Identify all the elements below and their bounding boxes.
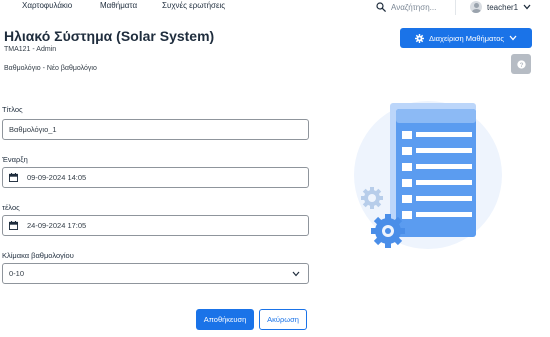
nav-link-courses[interactable]: Μαθήματα [100, 1, 137, 10]
cancel-button[interactable]: Ακύρωση [259, 309, 307, 330]
search-input[interactable]: Αναζήτηση... [391, 3, 436, 12]
course-meta: TMA121 - Admin [4, 46, 57, 53]
nav-link-portfolio[interactable]: Χαρτοφυλάκιο [22, 1, 72, 10]
user-name: teacher1 [487, 2, 519, 12]
nav-divider [455, 0, 456, 15]
gear-icon [415, 33, 424, 43]
user-menu[interactable]: teacher1 [470, 0, 531, 14]
chevron-down-icon [509, 35, 517, 41]
end-date-input[interactable]: 24-09-2024 17:05 [2, 215, 309, 236]
gradebook-illustration [354, 101, 502, 249]
save-button[interactable]: Αποθήκευση [196, 309, 254, 330]
top-navbar: Χαρτοφυλάκιο Μαθήματα Συχνές ερωτήσεις Α… [0, 0, 550, 16]
breadcrumb: Βαθμολόγιο - Νέο βαθμολόγιο [4, 65, 97, 72]
scale-select[interactable]: 0-10 [2, 263, 309, 284]
avatar [470, 1, 482, 13]
start-date-input[interactable]: 09-09-2024 14:05 [2, 167, 309, 188]
help-button[interactable]: ? [511, 54, 531, 74]
start-label: Έναρξη [2, 155, 28, 164]
search-icon[interactable] [376, 2, 386, 12]
chevron-down-icon [292, 271, 300, 277]
end-date-value: 24-09-2024 17:05 [27, 221, 87, 230]
title-input[interactable]: Βαθμολόγιο_1 [2, 119, 309, 140]
calendar-icon [9, 173, 18, 182]
end-label: τέλος [2, 203, 20, 212]
scale-select-value: 0-10 [9, 269, 25, 278]
svg-text:?: ? [519, 61, 523, 68]
page-title: Ηλιακό Σύστημα (Solar System) [4, 28, 215, 44]
title-label: Τίτλος [2, 105, 23, 114]
help-icon: ? [516, 59, 526, 68]
illustration-document-top [396, 109, 476, 123]
scale-label: Κλίμακα βαθμολογίου [2, 251, 74, 260]
manage-course-button[interactable]: Διαχείριση Μαθήματος [400, 28, 532, 48]
large-gear-icon [371, 214, 405, 248]
manage-course-label: Διαχείριση Μαθήματος [429, 33, 504, 43]
title-input-value: Βαθμολόγιο_1 [9, 125, 57, 134]
calendar-icon [9, 221, 18, 230]
search-box[interactable]: Αναζήτηση... [376, 0, 436, 14]
nav-link-faq[interactable]: Συχνές ερωτήσεις [162, 1, 225, 10]
small-gear-icon [361, 187, 383, 209]
chevron-down-icon[interactable] [523, 4, 531, 10]
start-date-value: 09-09-2024 14:05 [27, 173, 87, 182]
